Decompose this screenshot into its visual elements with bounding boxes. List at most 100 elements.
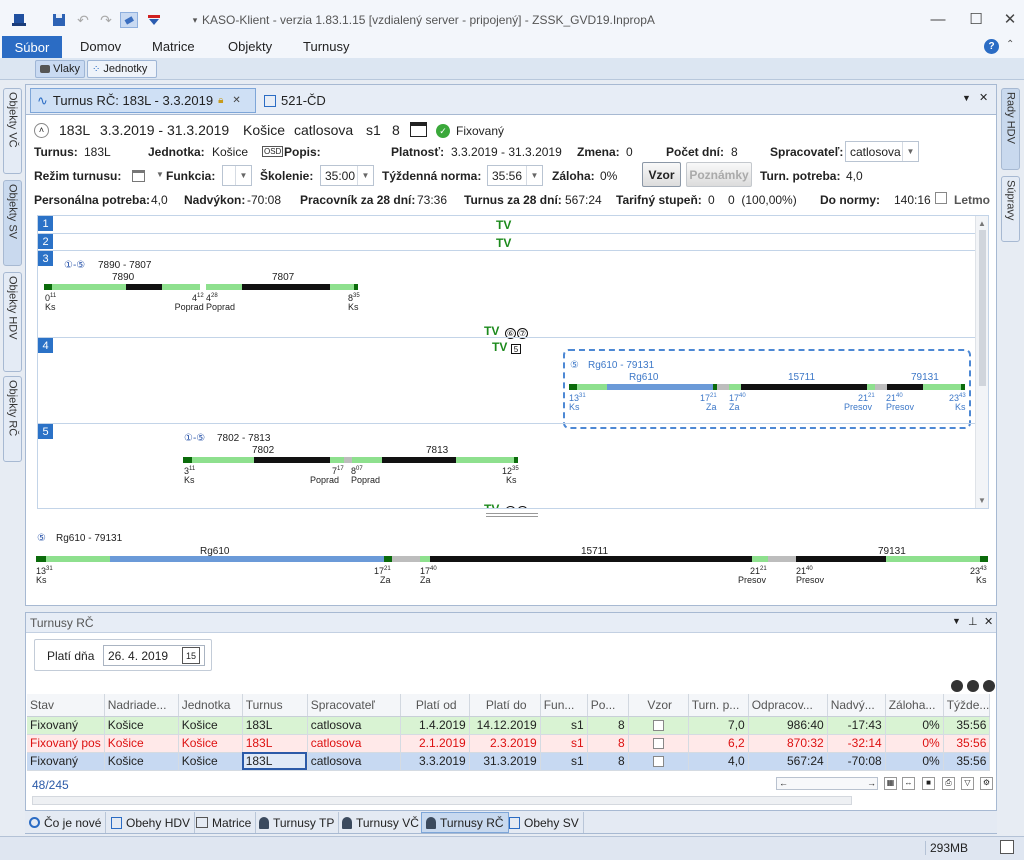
save-icon[interactable] [50,12,68,28]
side-tab-objekty-rc[interactable]: Objekty RČ [3,376,22,462]
train-bar-segment[interactable] [183,457,192,463]
detail-bar-segment[interactable] [110,556,384,562]
train-bar-segment[interactable] [741,384,867,390]
tab-list-icon[interactable]: ▼ [962,93,971,103]
tab-obehy-sv[interactable]: Obehy SV [505,812,584,833]
column-header[interactable]: Stav [27,694,105,717]
schedule-lane[interactable]: 5 ①-⑤ 7802 - 7813 7802 7813 311 Ks 717 Pop… [38,423,988,508]
column-header[interactable]: Záloha... [885,694,944,717]
detail-bar-segment[interactable] [796,556,886,562]
train-bar-segment[interactable] [352,457,382,463]
column-header[interactable]: Nadriade... [104,694,179,717]
train-bar-segment[interactable] [44,284,52,290]
column-header[interactable]: Po... [587,694,629,717]
column-header[interactable]: Odpracov... [748,694,828,717]
menu-objekty[interactable]: Objekty [228,39,272,54]
column-header[interactable]: Turn. p... [688,694,749,717]
train-bar-segment[interactable] [206,284,242,290]
filter-icon[interactable]: ▽ [961,777,974,790]
detail-bar-segment[interactable] [384,556,392,562]
maximize-icon[interactable]: ☐ [962,8,990,30]
calendar-icon[interactable] [410,122,427,137]
tab-co-je-nove[interactable]: Čo je nové [25,812,107,833]
side-tab-objekty-hdv[interactable]: Objekty HDV [3,272,22,372]
funkcia-select[interactable]: ▼ [222,165,252,186]
table-row[interactable]: Fixovaný Košice Košice 183L catlosova 1.… [27,716,991,735]
train-bar-segment[interactable] [52,284,126,290]
vzor-button[interactable]: Vzor [642,162,681,187]
plati-date-input[interactable]: 26. 4. 2019 15 [103,645,205,666]
detail-bar-segment[interactable] [886,556,980,562]
train-bar-segment[interactable] [330,457,344,463]
train-bar-segment[interactable] [961,384,965,390]
tab-matrice[interactable]: Matrice [192,812,257,833]
train-bar-segment[interactable] [456,457,514,463]
detail-bar-segment[interactable] [36,556,46,562]
dot-icon[interactable] [967,680,979,692]
train-bar-segment[interactable] [923,384,961,390]
side-tab-objekty-sv[interactable]: Objekty SV [3,180,22,266]
train-bar-segment[interactable] [344,457,352,463]
dot-icon[interactable] [951,680,963,692]
detail-bar-segment[interactable] [46,556,110,562]
print-icon[interactable]: ⎙ [942,777,955,790]
column-header[interactable]: Platí od [400,694,470,717]
norma-select[interactable]: 35:56 ▼ [487,165,543,186]
train-bar-segment[interactable] [242,284,330,290]
panel-close-icon[interactable]: ✕ [979,91,988,104]
calendar-icon[interactable]: 15 [182,647,200,664]
side-tab-rady-hdv[interactable]: Rady HDV [1001,88,1020,170]
detail-bar-segment[interactable] [430,556,752,562]
detail-bar-segment[interactable] [392,556,420,562]
vzor-checkbox[interactable] [652,738,664,750]
splitter-handle[interactable] [486,513,538,517]
tab-turnusy-vc[interactable]: Turnusy VČ [338,812,424,833]
skolenie-select[interactable]: 35:00 ▼ [320,165,374,186]
column-header[interactable]: Jednotka [178,694,243,717]
bottom-scrollbar[interactable] [32,796,852,805]
train-bar-segment[interactable] [607,384,713,390]
column-header[interactable]: Nadvý... [827,694,886,717]
collapse-icon[interactable]: ˄ [34,123,49,138]
scroll-left-icon[interactable]: ← [779,778,788,788]
vlaky-button[interactable]: Vlaky [35,60,85,78]
side-tab-supravy[interactable]: Súpravy [1001,176,1020,242]
train-bar-segment[interactable] [192,457,254,463]
menu-domov[interactable]: Domov [80,39,121,54]
pin-icon[interactable]: ⊥ [968,615,978,628]
detail-bar-segment[interactable] [980,556,988,562]
train-bar-segment[interactable] [887,384,923,390]
minimize-icon[interactable]: — [924,8,952,30]
menu-file[interactable]: Súbor [2,36,62,58]
panel-close-icon[interactable]: ✕ [984,615,993,628]
ribbon-collapse-icon[interactable]: ⌃ [1006,39,1014,50]
train-bar-segment[interactable] [729,384,741,390]
menu-turnusy[interactable]: Turnusy [303,39,349,54]
column-header[interactable]: Turnus [242,694,308,717]
train-bar-segment[interactable] [354,284,358,290]
tab-521-cd[interactable]: 521-ČD [258,88,332,113]
tab-turnusy-tp[interactable]: Turnusy TP [255,812,340,833]
column-header[interactable]: Týžde... [943,694,991,717]
menu-matrice[interactable]: Matrice [152,39,195,54]
redo-icon[interactable]: ↷ [97,12,115,28]
grid-columns-icon[interactable]: ▦ [884,777,897,790]
filter-icon[interactable] [145,12,163,28]
scroll-up-icon[interactable]: ▲ [978,219,986,228]
column-header[interactable]: Fun... [540,694,588,717]
train-bar-segment[interactable] [126,284,162,290]
tab-turnusy-rc[interactable]: Turnusy RČ [421,812,509,833]
poznamky-button[interactable]: Poznámky [686,162,752,187]
column-header[interactable]: Vzor [628,694,689,717]
column-header[interactable]: Platí do [469,694,541,717]
train-bar-segment[interactable] [162,284,200,290]
table-row[interactable]: Fixovaný pos Košice Košice 183L catlosov… [27,734,991,753]
train-bar-segment[interactable] [254,457,330,463]
undo-icon[interactable]: ↶ [74,12,92,28]
vzor-checkbox[interactable] [652,720,664,732]
train-bar-segment[interactable] [867,384,875,390]
train-bar-segment[interactable] [577,384,607,390]
train-bar-segment[interactable] [382,457,456,463]
scroll-down-icon[interactable]: ▼ [978,496,986,505]
help-icon[interactable]: ? [984,39,999,54]
